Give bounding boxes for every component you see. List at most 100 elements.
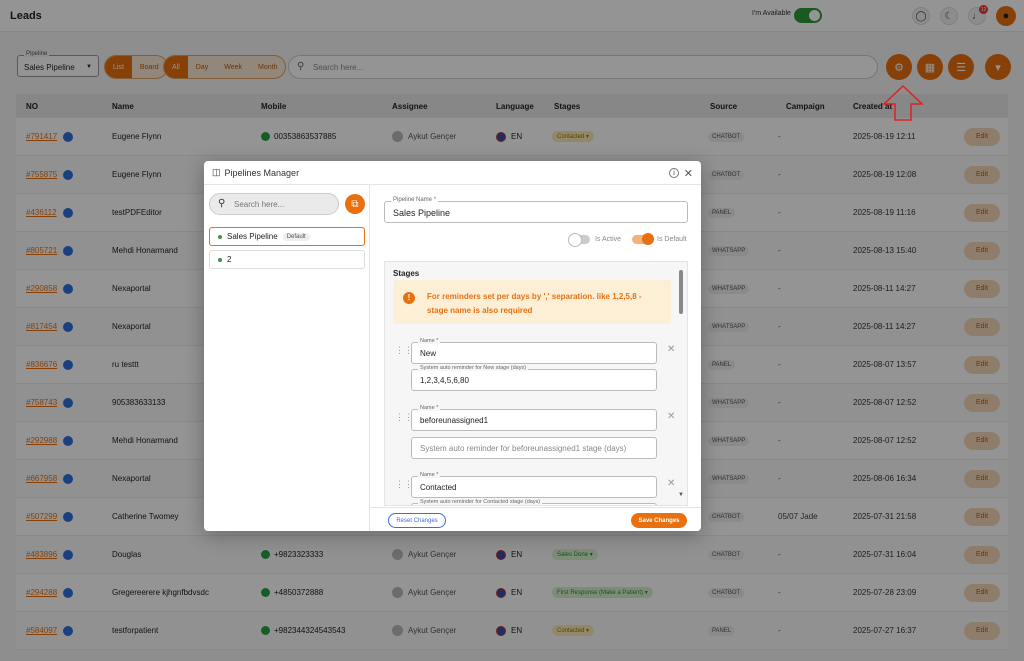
table-row[interactable]: #483896 Douglas +9823323333 Aykut Gençer EN S… — [16, 536, 1008, 574]
profile-icon[interactable] — [63, 169, 74, 180]
whatsapp-icon[interactable] — [261, 132, 270, 141]
lead-id-link[interactable]: #667958 — [26, 474, 57, 483]
source-badge: CHATBOT — [708, 549, 745, 560]
view-mode-toggle: List Board — [104, 55, 168, 79]
whatsapp-icon[interactable] — [261, 588, 270, 597]
stage-reminder-field[interactable]: System auto reminder for New stage (days… — [411, 365, 657, 391]
edit-button[interactable]: Edit — [964, 431, 1000, 450]
period-week-button[interactable]: Week — [216, 56, 250, 78]
edit-button[interactable]: Edit — [964, 583, 1000, 602]
remove-stage-icon[interactable]: ✕ — [667, 478, 675, 489]
reset-changes-button[interactable]: Reset Changes — [388, 513, 446, 528]
pipeline-item-sales[interactable]: Sales Pipeline Default — [209, 227, 365, 246]
profile-icon[interactable] — [63, 549, 74, 560]
lead-id-link[interactable]: #290858 — [26, 284, 57, 293]
lead-id-link[interactable]: #791417 — [26, 132, 57, 141]
availability-toggle[interactable] — [794, 8, 822, 23]
stage-reminder-field[interactable]: System auto reminder for Contacted stage… — [411, 499, 657, 505]
scrollbar-thumb[interactable] — [679, 270, 683, 314]
edit-button[interactable]: Edit — [964, 545, 1000, 564]
save-changes-button[interactable]: Save Changes — [631, 513, 687, 528]
gear-icon[interactable]: ⚙ — [886, 54, 912, 80]
profile-icon[interactable] — [63, 587, 74, 598]
profile-icon[interactable] — [63, 435, 74, 446]
edit-button[interactable]: Edit — [964, 203, 1000, 222]
view-list-button[interactable]: List — [105, 56, 132, 78]
user-icon[interactable]: ● — [996, 6, 1016, 26]
pipeline-select-value: Sales Pipeline — [24, 63, 75, 72]
remove-stage-icon[interactable]: ✕ — [667, 344, 675, 355]
lead-id-cell: #758743 — [26, 397, 74, 408]
edit-button[interactable]: Edit — [964, 127, 1000, 146]
table-row[interactable]: #294288 Gregereerere kjhgnfbdvsdc +4850372… — [16, 574, 1008, 612]
lead-id-link[interactable]: #483896 — [26, 550, 57, 559]
edit-button[interactable]: Edit — [964, 355, 1000, 374]
pipeline-name-field[interactable]: Pipeline Name * Sales Pipeline — [384, 197, 688, 223]
pipeline-select[interactable]: Pipeline Sales Pipeline ▼ — [17, 51, 99, 77]
lead-id-link[interactable]: #836676 — [26, 360, 57, 369]
stage-badge[interactable]: First Response (Make a Patient) ▾ — [552, 587, 653, 598]
assignee-cell: Aykut Gençer — [392, 587, 456, 598]
pipeline-search-input[interactable]: ⚲ Search here... — [209, 193, 339, 215]
info-icon[interactable]: i — [669, 168, 679, 178]
search-input[interactable]: ⚲ Search here... — [288, 55, 878, 79]
lead-id-link[interactable]: #292988 — [26, 436, 57, 445]
stage-name-field[interactable]: Name * New — [411, 338, 657, 364]
pipeline-item-2[interactable]: 2 — [209, 250, 365, 269]
lead-id-link[interactable]: #294288 — [26, 588, 57, 597]
period-day-button[interactable]: Day — [188, 56, 216, 78]
board-icon[interactable]: ▦ — [917, 54, 943, 80]
edit-button[interactable]: Edit — [964, 241, 1000, 260]
profile-icon[interactable] — [63, 511, 74, 522]
profile-icon[interactable] — [63, 283, 74, 294]
period-month-button[interactable]: Month — [250, 56, 285, 78]
period-all-button[interactable]: All — [164, 56, 188, 78]
col-campaign: Campaign — [786, 101, 825, 111]
stage-name-field[interactable]: Name * beforeunassigned1 — [411, 405, 657, 431]
stage-label: First Response (Make a Patient) — [557, 590, 644, 596]
is-active-toggle[interactable] — [568, 233, 590, 247]
edit-button[interactable]: Edit — [964, 507, 1000, 526]
lead-id-link[interactable]: #755875 — [26, 170, 57, 179]
edit-button[interactable]: Edit — [964, 469, 1000, 488]
view-board-button[interactable]: Board — [132, 56, 167, 78]
lead-id-link[interactable]: #436112 — [26, 208, 57, 217]
remove-stage-icon[interactable]: ✕ — [667, 411, 675, 422]
edit-button[interactable]: Edit — [964, 317, 1000, 336]
add-pipeline-button[interactable]: ⧉ — [345, 194, 365, 214]
stage-badge[interactable]: Sales Done ▾ — [552, 549, 598, 560]
lead-id-link[interactable]: #805721 — [26, 246, 57, 255]
edit-button[interactable]: Edit — [964, 393, 1000, 412]
lead-id-link[interactable]: #584097 — [26, 626, 57, 635]
whatsapp-icon[interactable] — [261, 550, 270, 559]
lead-id-link[interactable]: #817454 — [26, 322, 57, 331]
profile-icon[interactable] — [63, 321, 74, 332]
edit-button[interactable]: Edit — [964, 279, 1000, 298]
table-row[interactable]: #584097 testforpatient +982344324543543 Ayk… — [16, 612, 1008, 650]
whatsapp-icon[interactable] — [261, 626, 270, 635]
language-code: EN — [511, 588, 523, 597]
edit-button[interactable]: Edit — [964, 621, 1000, 640]
funnel-icon[interactable]: ▾ — [985, 54, 1011, 80]
profile-icon[interactable] — [63, 625, 74, 636]
moon-icon[interactable]: ☾ — [940, 7, 958, 25]
is-default-toggle[interactable] — [632, 233, 654, 245]
table-row[interactable]: #791417 Eugene Flynn 00353863537885 Aykut G… — [16, 118, 1008, 156]
stage-reminder-field[interactable]: System auto reminder for beforeunassigne… — [411, 437, 657, 459]
close-icon[interactable]: ✕ — [684, 167, 693, 180]
profile-icon[interactable] — [62, 207, 73, 218]
profile-icon[interactable] — [63, 473, 74, 484]
scroll-down-icon[interactable]: ▼ — [678, 492, 684, 498]
profile-icon[interactable] — [63, 131, 74, 142]
lead-id-link[interactable]: #507299 — [26, 512, 57, 521]
stage-name-field[interactable]: Name * Contacted — [411, 472, 657, 498]
stage-badge[interactable]: Contacted ▾ — [552, 131, 595, 142]
edit-button[interactable]: Edit — [964, 165, 1000, 184]
globe-icon[interactable]: ◯ — [912, 7, 930, 25]
profile-icon[interactable] — [63, 397, 74, 408]
profile-icon[interactable] — [63, 359, 74, 370]
stage-badge[interactable]: Contacted ▾ — [552, 625, 595, 636]
list-icon[interactable]: ☰ — [948, 54, 974, 80]
lead-id-link[interactable]: #758743 — [26, 398, 57, 407]
profile-icon[interactable] — [63, 245, 74, 256]
